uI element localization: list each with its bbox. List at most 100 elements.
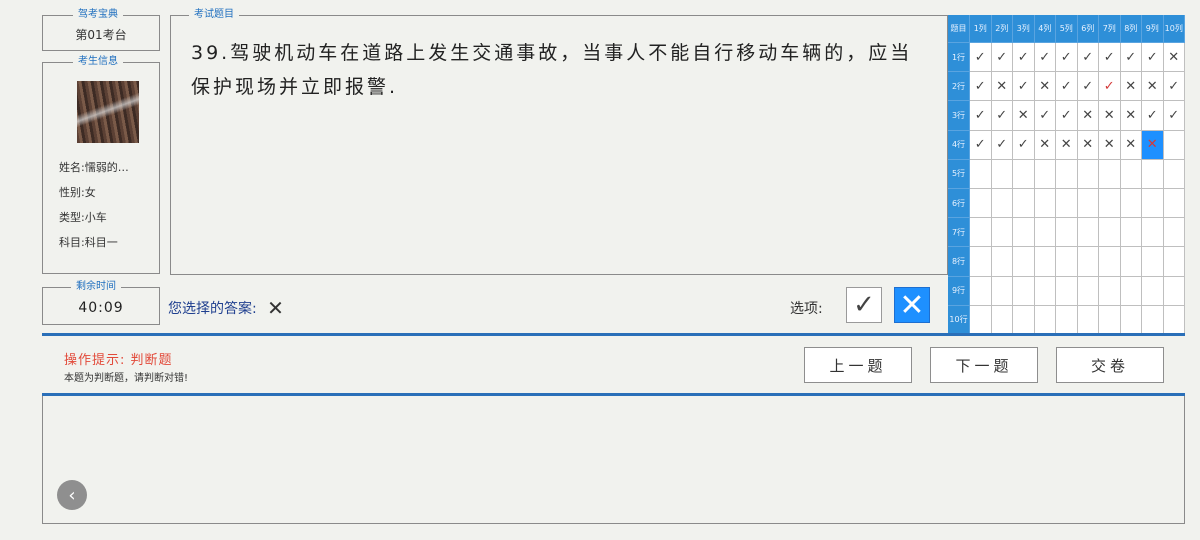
grid-cell[interactable]: ✓ <box>970 72 992 102</box>
grid-cell[interactable] <box>1163 247 1185 277</box>
grid-cell[interactable]: ✕ <box>1120 130 1142 160</box>
grid-cell[interactable] <box>1120 159 1142 189</box>
grid-cell[interactable]: ✓ <box>1013 72 1035 102</box>
grid-cell[interactable]: ✓ <box>1056 72 1078 102</box>
grid-cell[interactable] <box>970 218 992 248</box>
grid-cell[interactable]: ✕ <box>1099 130 1121 160</box>
grid-cell[interactable]: ✕ <box>1034 130 1056 160</box>
grid-cell[interactable]: ✓ <box>970 130 992 160</box>
chevron-left-icon[interactable]: ‹ <box>57 480 87 510</box>
grid-cell[interactable]: ✕ <box>1142 72 1164 102</box>
grid-cell[interactable] <box>1034 276 1056 306</box>
grid-cell[interactable]: ✕ <box>1013 101 1035 131</box>
grid-cell[interactable] <box>1099 276 1121 306</box>
grid-cell[interactable]: ✕ <box>1120 72 1142 102</box>
grid-cell[interactable]: ✕ <box>1056 130 1078 160</box>
grid-cell[interactable]: ✕ <box>1077 130 1099 160</box>
grid-cell[interactable] <box>1077 189 1099 219</box>
submit-exam-button[interactable]: 交卷 <box>1056 347 1164 383</box>
grid-cell[interactable] <box>1077 305 1099 335</box>
grid-cell[interactable] <box>970 247 992 277</box>
grid-cell[interactable] <box>1099 159 1121 189</box>
grid-cell[interactable]: ✕ <box>1034 72 1056 102</box>
grid-cell[interactable] <box>1142 218 1164 248</box>
option-true-button[interactable]: ✓ <box>846 287 882 323</box>
grid-cell[interactable]: ✓ <box>991 101 1013 131</box>
grid-cell[interactable] <box>991 159 1013 189</box>
grid-cell[interactable] <box>1099 305 1121 335</box>
grid-cell[interactable] <box>1163 189 1185 219</box>
grid-cell[interactable] <box>970 159 992 189</box>
grid-cell[interactable] <box>1163 159 1185 189</box>
grid-cell[interactable]: ✓ <box>1120 43 1142 73</box>
grid-cell[interactable] <box>1163 305 1185 335</box>
next-question-button[interactable]: 下一题 <box>930 347 1038 383</box>
grid-cell[interactable] <box>1077 247 1099 277</box>
grid-cell[interactable] <box>1142 189 1164 219</box>
grid-cell[interactable] <box>1034 189 1056 219</box>
grid-cell[interactable] <box>1142 159 1164 189</box>
grid-cell[interactable] <box>970 276 992 306</box>
grid-cell[interactable] <box>1056 159 1078 189</box>
grid-cell[interactable]: ✓ <box>1034 101 1056 131</box>
grid-cell[interactable] <box>1120 305 1142 335</box>
grid-cell[interactable] <box>1056 218 1078 248</box>
grid-cell[interactable] <box>1034 218 1056 248</box>
grid-cell[interactable]: ✓ <box>970 101 992 131</box>
grid-cell[interactable] <box>1013 247 1035 277</box>
grid-cell[interactable] <box>1013 159 1035 189</box>
grid-cell[interactable]: ✕ <box>1099 101 1121 131</box>
grid-cell[interactable] <box>991 305 1013 335</box>
grid-cell[interactable]: ✓ <box>991 130 1013 160</box>
grid-cell[interactable] <box>1077 218 1099 248</box>
grid-cell[interactable]: ✕ <box>1077 101 1099 131</box>
grid-cell[interactable] <box>1056 247 1078 277</box>
grid-cell[interactable] <box>1034 305 1056 335</box>
grid-cell[interactable] <box>991 276 1013 306</box>
grid-cell[interactable] <box>970 305 992 335</box>
grid-cell[interactable] <box>1142 305 1164 335</box>
grid-cell[interactable]: ✕ <box>1120 101 1142 131</box>
grid-cell[interactable] <box>1056 305 1078 335</box>
grid-cell[interactable]: ✕ <box>991 72 1013 102</box>
grid-cell[interactable] <box>1120 247 1142 277</box>
grid-cell[interactable] <box>1013 276 1035 306</box>
grid-cell[interactable] <box>1120 276 1142 306</box>
grid-cell[interactable] <box>1077 276 1099 306</box>
grid-cell[interactable] <box>1142 247 1164 277</box>
grid-cell[interactable]: ✓ <box>1142 101 1164 131</box>
option-false-button[interactable]: ✕ <box>894 287 930 323</box>
grid-cell[interactable] <box>1163 130 1185 160</box>
grid-cell[interactable] <box>991 189 1013 219</box>
grid-cell[interactable] <box>1034 159 1056 189</box>
grid-cell[interactable]: ✓ <box>1099 43 1121 73</box>
grid-cell[interactable] <box>1142 276 1164 306</box>
grid-cell[interactable] <box>1034 247 1056 277</box>
grid-cell[interactable] <box>1120 189 1142 219</box>
grid-cell[interactable]: ✓ <box>1056 43 1078 73</box>
grid-cell[interactable]: ✕ <box>1142 130 1164 160</box>
grid-cell[interactable] <box>1056 189 1078 219</box>
grid-cell[interactable]: ✓ <box>1056 101 1078 131</box>
grid-cell[interactable]: ✓ <box>1163 101 1185 131</box>
grid-cell[interactable]: ✓ <box>970 43 992 73</box>
grid-cell[interactable] <box>1099 189 1121 219</box>
grid-cell[interactable] <box>1013 305 1035 335</box>
grid-cell[interactable]: ✓ <box>1099 72 1121 102</box>
grid-cell[interactable] <box>1056 276 1078 306</box>
grid-cell[interactable] <box>1077 159 1099 189</box>
grid-cell[interactable]: ✓ <box>1077 72 1099 102</box>
grid-cell[interactable] <box>1099 247 1121 277</box>
grid-cell[interactable]: ✓ <box>991 43 1013 73</box>
grid-cell[interactable] <box>1120 218 1142 248</box>
grid-cell[interactable] <box>970 189 992 219</box>
grid-cell[interactable] <box>1163 276 1185 306</box>
grid-cell[interactable]: ✓ <box>1034 43 1056 73</box>
grid-cell[interactable] <box>991 218 1013 248</box>
grid-cell[interactable]: ✓ <box>1013 130 1035 160</box>
grid-cell[interactable] <box>1099 218 1121 248</box>
prev-question-button[interactable]: 上一题 <box>804 347 912 383</box>
grid-cell[interactable] <box>1013 218 1035 248</box>
grid-cell[interactable] <box>1163 218 1185 248</box>
grid-cell[interactable]: ✓ <box>1142 43 1164 73</box>
